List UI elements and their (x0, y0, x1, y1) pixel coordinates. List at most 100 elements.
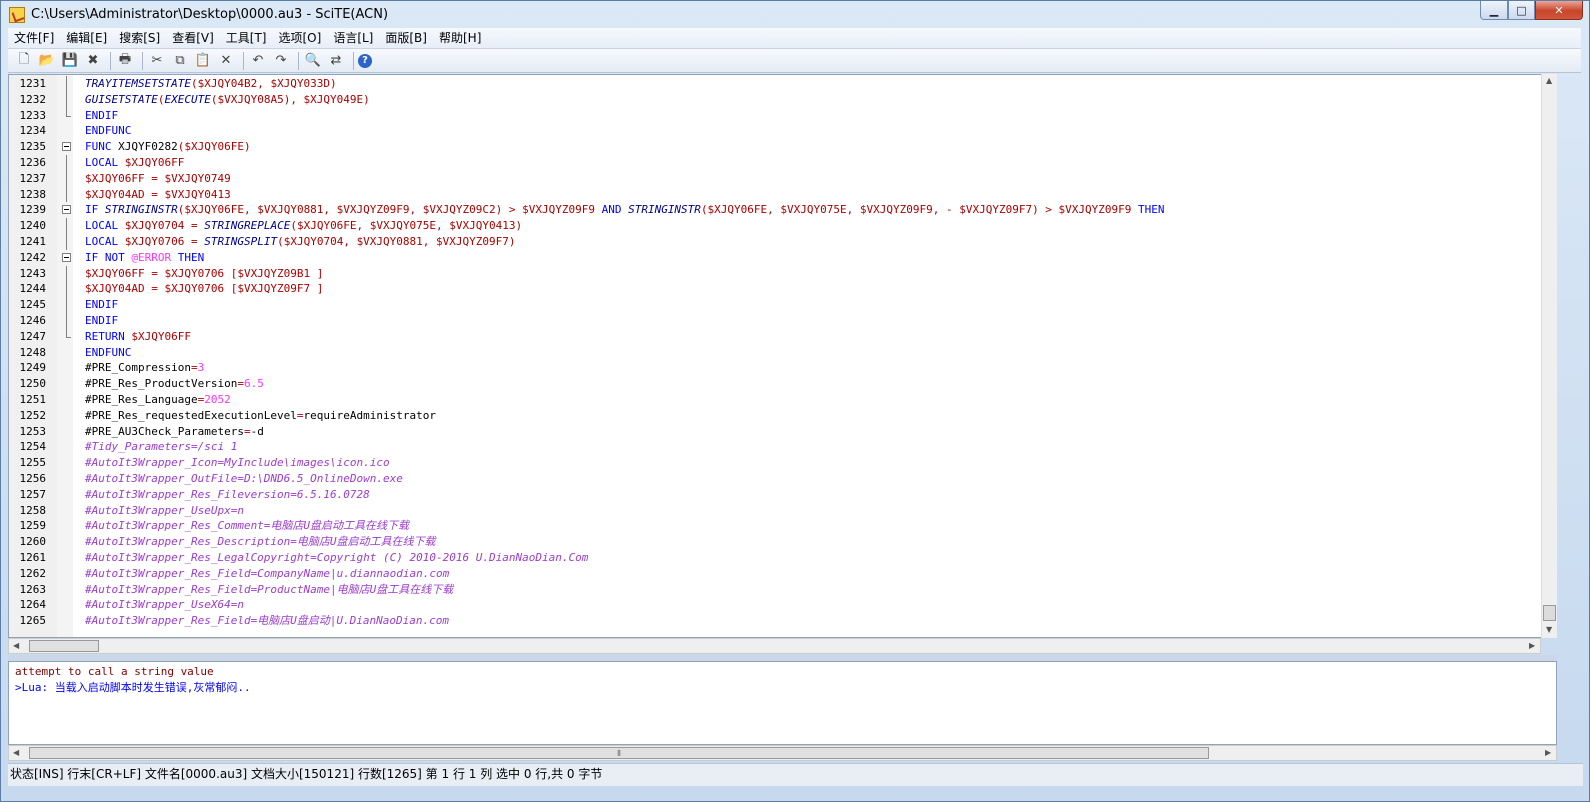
code-line[interactable]: 1236 LOCAL $XJQY06FF (9, 154, 1556, 171)
fold-toggle-icon[interactable] (62, 252, 71, 262)
scroll-left-arrow-icon[interactable]: ◀ (13, 641, 19, 650)
scite-app-icon[interactable] (9, 7, 25, 23)
output-scroll-left-arrow-icon[interactable]: ◀ (13, 748, 19, 757)
code-line[interactable]: 1243 $XJQY06FF = $XJQY0706 [$VXJQYZ09B1 ] (9, 265, 1556, 282)
vertical-scroll-thumb[interactable] (1543, 605, 1556, 621)
code-line[interactable]: 1254 #Tidy_Parameters=/sci 1 (9, 439, 1556, 455)
menu-item-5[interactable]: 选项[O] (273, 28, 328, 48)
find-icon[interactable]: 🔍 (303, 51, 323, 71)
code-line[interactable]: 1233 ENDIF (9, 107, 1556, 124)
code-line[interactable]: 1231 TRAYITEMSETSTATE($XJQY04B2, $XJQY033… (9, 76, 1556, 92)
menu-item-4[interactable]: 工具[T] (220, 28, 273, 48)
code-text: ENDFUNC (85, 123, 131, 139)
new-file-icon[interactable]: 🗋 (14, 51, 34, 71)
code-line[interactable]: 1253 #PRE_AU3Check_Parameters=-d (9, 424, 1556, 440)
close-file-icon[interactable]: ✖ (83, 51, 103, 71)
redo-icon[interactable]: ↷ (271, 51, 291, 71)
output-pane[interactable]: attempt to call a string value >Lua: 当载入… (8, 661, 1557, 745)
save-icon[interactable]: 💾 (60, 51, 80, 71)
code-line[interactable]: 1252 #PRE_Res_requestedExecutionLevel=req… (9, 408, 1556, 424)
code-line[interactable]: 1251 #PRE_Res_Language=2052 (9, 392, 1556, 408)
line-number: 1248 (19, 345, 47, 359)
code-line[interactable]: 1261 #AutoIt3Wrapper_Res_LegalCopyright=C… (9, 550, 1556, 566)
code-text: IF NOT @ERROR THEN (85, 250, 204, 266)
code-line[interactable]: 1244 $XJQY04AD = $XJQY0706 [$VXJQYZ09F7 ] (9, 281, 1556, 298)
code-line[interactable]: 1242 IF NOT @ERROR THEN (9, 250, 1556, 266)
line-number: 1239 (19, 203, 47, 217)
menu-item-3[interactable]: 查看[V] (166, 28, 220, 48)
code-line[interactable]: 1250 #PRE_Res_ProductVersion=6.5 (9, 376, 1556, 392)
minimize-button[interactable]: ▁ (1480, 1, 1508, 20)
fold-toggle-icon[interactable] (62, 142, 71, 152)
menu-item-2[interactable]: 搜索[S] (113, 28, 166, 48)
code-line[interactable]: 1239 IF STRINGINSTR($XJQY06FE, $VXJQY0881… (9, 202, 1556, 218)
menu-item-8[interactable]: 帮助[H] (433, 28, 487, 48)
delete-icon[interactable]: ✕ (216, 51, 236, 71)
code-line[interactable]: 1245 ENDIF (9, 297, 1556, 313)
code-editor[interactable]: 1231 TRAYITEMSETSTATE($XJQY04B2, $XJQY033… (8, 74, 1557, 638)
fold-toggle-icon[interactable] (62, 205, 71, 215)
code-line[interactable]: 1265 #AutoIt3Wrapper_Res_Field=电脑店U盘启动|U.… (9, 613, 1556, 629)
copy-icon[interactable]: ⧉ (170, 51, 190, 71)
open-file-icon[interactable]: 📂 (37, 51, 57, 71)
code-line[interactable]: 1258 #AutoIt3Wrapper_UseUpx=n (9, 503, 1556, 519)
code-text: $XJQY06FF = $VXJQY0749 (85, 171, 231, 187)
fold-end-marker (66, 328, 71, 338)
code-line[interactable]: 1246 ENDIF (9, 312, 1556, 329)
output-scroll-right-arrow-icon[interactable]: ▶ (1545, 748, 1551, 757)
code-line[interactable]: 1235 FUNC XJQYF0282($XJQY06FE) (9, 139, 1556, 155)
horizontal-scroll-thumb[interactable] (29, 640, 99, 652)
toolbar-separator (353, 51, 354, 70)
scroll-up-arrow-icon[interactable]: ▲ (1546, 76, 1552, 85)
code-line[interactable]: 1237 $XJQY06FF = $VXJQY0749 (9, 170, 1556, 187)
code-line[interactable]: 1238 $XJQY04AD = $VXJQY0413 (9, 186, 1556, 203)
code-line[interactable]: 1257 #AutoIt3Wrapper_Res_Fileversion=6.5.… (9, 487, 1556, 503)
code-line[interactable]: 1248 ENDFUNC (9, 345, 1556, 361)
code-token-keyword: LOCAL (85, 234, 125, 248)
print-icon[interactable]: 🖶 (115, 51, 135, 71)
code-line[interactable]: 1249 #PRE_Compression=3 (9, 360, 1556, 376)
help-icon[interactable]: ? (358, 53, 372, 68)
close-button[interactable]: ✕ (1535, 1, 1583, 20)
paste-icon[interactable]: 📋 (193, 51, 213, 71)
code-token-keyword: IF (85, 203, 105, 217)
code-token-default: -d (250, 424, 264, 438)
output-horizontal-scrollbar[interactable]: ◀ ⦀ ▶ (8, 745, 1557, 761)
code-text: #AutoIt3Wrapper_Res_LegalCopyright=Copyr… (85, 550, 588, 566)
code-token-comment: #AutoIt3Wrapper_OutFile=D:\DND6.5_Online… (85, 471, 403, 485)
output-scroll-thumb[interactable]: ⦀ (29, 747, 1209, 759)
cut-icon[interactable]: ✂ (147, 51, 167, 71)
menu-item-7[interactable]: 面版[B] (379, 28, 433, 48)
line-number: 1265 (19, 614, 47, 628)
code-line[interactable]: 1256 #AutoIt3Wrapper_OutFile=D:\DND6.5_On… (9, 471, 1556, 487)
code-token-keyword: THEN (1138, 203, 1165, 217)
scroll-right-arrow-icon[interactable]: ▶ (1529, 641, 1535, 650)
code-line[interactable]: 1262 #AutoIt3Wrapper_Res_Field=CompanyNam… (9, 566, 1556, 582)
menu-item-0[interactable]: 文件[F] (8, 28, 60, 48)
code-line[interactable]: 1234 ENDFUNC (9, 123, 1556, 139)
code-line[interactable]: 1255 #AutoIt3Wrapper_Icon=MyInclude\image… (9, 455, 1556, 471)
code-token-func: GUISETSTATE (85, 92, 158, 106)
title-bar[interactable]: C:\Users\Administrator\Desktop\0000.au3 … (1, 1, 1589, 29)
scroll-down-arrow-icon[interactable]: ▼ (1546, 625, 1552, 634)
code-text: #AutoIt3Wrapper_OutFile=D:\DND6.5_Online… (85, 471, 403, 487)
code-line[interactable]: 1259 #AutoIt3Wrapper_Res_Comment=电脑店U盘启动工… (9, 518, 1556, 534)
code-line[interactable]: 1247 RETURN $XJQY06FF (9, 328, 1556, 345)
undo-icon[interactable]: ↶ (248, 51, 268, 71)
editor-vertical-scrollbar[interactable]: ▲ ▼ (1541, 74, 1557, 638)
code-line[interactable]: 1241 LOCAL $XJQY0706 = STRINGSPLIT($XJQY0… (9, 233, 1556, 250)
code-line[interactable]: 1240 LOCAL $XJQY0704 = STRINGREPLACE($XJQ… (9, 218, 1556, 234)
code-text: #PRE_Compression=3 (85, 360, 204, 376)
code-line[interactable]: 1264 #AutoIt3Wrapper_UseX64=n (9, 597, 1556, 613)
maximize-button[interactable]: □ (1508, 1, 1535, 20)
code-line[interactable]: 1232 GUISETSTATE(EXECUTE($VXJQY08A5), $XJ… (9, 91, 1556, 108)
code-text: GUISETSTATE(EXECUTE($VXJQY08A5), $XJQY04… (85, 92, 370, 108)
menu-item-1[interactable]: 编辑[E] (60, 28, 113, 48)
code-line[interactable]: 1260 #AutoIt3Wrapper_Res_Description=电脑店U… (9, 534, 1556, 550)
line-number: 1241 (19, 234, 47, 248)
editor-horizontal-scrollbar[interactable]: ◀ ▶ (8, 638, 1541, 654)
replace-icon[interactable]: ⇄ (326, 51, 346, 71)
menu-item-6[interactable]: 语言[L] (327, 28, 379, 48)
code-token-variable: $XJQY06FF (131, 329, 191, 343)
code-line[interactable]: 1263 #AutoIt3Wrapper_Res_Field=ProductNam… (9, 582, 1556, 598)
